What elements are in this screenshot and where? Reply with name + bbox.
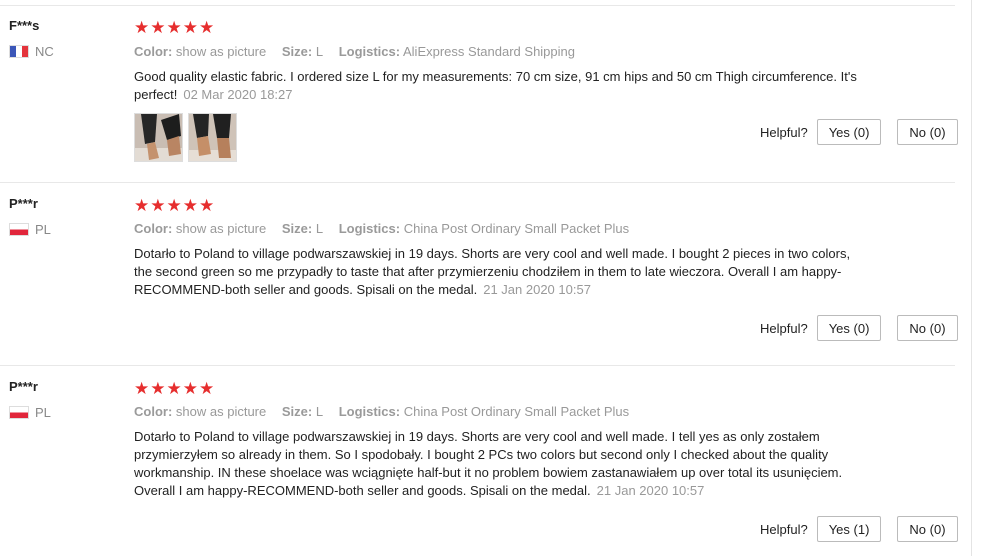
size-value: L [315, 44, 324, 59]
helpful-section: Helpful? Yes (0) No (0) [760, 315, 958, 341]
color-value: show as picture [175, 221, 267, 236]
reviewer-country: PL [9, 405, 51, 420]
size-value: L [315, 221, 324, 236]
reviewer-country: NC [9, 44, 54, 59]
color-label: Color: [134, 44, 173, 59]
size-label: Size: [281, 404, 313, 419]
helpful-section: Helpful? Yes (0) No (0) [760, 119, 958, 145]
helpful-no-button[interactable]: No (0) [897, 119, 958, 145]
poland-flag-icon [9, 223, 29, 236]
helpful-label: Helpful? [760, 124, 808, 140]
logistics-label: Logistics: [338, 44, 401, 59]
review-date: 21 Jan 2020 10:57 [483, 282, 591, 297]
color-value: show as picture [175, 404, 267, 419]
helpful-section: Helpful? Yes (1) No (0) [760, 516, 958, 542]
order-info: Color: show as picture Size: L Logistics… [134, 221, 629, 236]
reviewer-country: PL [9, 222, 51, 237]
reviewer-name: F***s [9, 18, 40, 33]
color-value: show as picture [175, 44, 267, 59]
color-label: Color: [134, 404, 173, 419]
order-info: Color: show as picture Size: L Logistics… [134, 44, 575, 59]
review-photo-thumbnail[interactable] [188, 113, 237, 162]
poland-flag-icon [9, 406, 29, 419]
size-label: Size: [281, 221, 313, 236]
reviewer-name: P***r [9, 379, 38, 394]
star-rating: ★★★★★ [134, 18, 216, 37]
logistics-value: China Post Ordinary Small Packet Plus [403, 404, 630, 419]
divider [0, 182, 955, 183]
logistics-value: AliExpress Standard Shipping [403, 44, 575, 59]
review-content: Good quality elastic fabric. I ordered s… [134, 68, 864, 104]
divider [0, 5, 955, 6]
france-flag-icon [9, 45, 29, 58]
helpful-label: Helpful? [760, 521, 808, 537]
helpful-yes-button[interactable]: Yes (0) [816, 315, 882, 341]
helpful-label: Helpful? [760, 320, 808, 336]
country-code: PL [35, 222, 51, 237]
logistics-label: Logistics: [338, 404, 401, 419]
order-info: Color: show as picture Size: L Logistics… [134, 404, 629, 419]
divider [0, 365, 955, 366]
logistics-label: Logistics: [338, 221, 401, 236]
review-date: 21 Jan 2020 10:57 [596, 483, 705, 498]
review-date: 02 Mar 2020 18:27 [183, 87, 293, 102]
reviewer-name: P***r [9, 196, 38, 211]
country-code: NC [35, 44, 54, 59]
scroll-divider [971, 0, 972, 556]
star-rating: ★★★★★ [134, 196, 216, 215]
country-code: PL [35, 405, 51, 420]
review-content: Dotarło to Poland to village podwarszaws… [134, 245, 864, 299]
size-value: L [315, 404, 324, 419]
color-label: Color: [134, 221, 173, 236]
star-rating: ★★★★★ [134, 379, 216, 398]
helpful-no-button[interactable]: No (0) [897, 315, 958, 341]
logistics-value: China Post Ordinary Small Packet Plus [403, 221, 630, 236]
review-content: Dotarło to Poland to village podwarszaws… [134, 428, 864, 500]
review-photos [134, 113, 237, 162]
helpful-yes-button[interactable]: Yes (0) [816, 119, 882, 145]
review-text: Dotarło to Poland to village podwarszaws… [134, 429, 843, 498]
review-photo-thumbnail[interactable] [134, 113, 183, 162]
helpful-yes-button[interactable]: Yes (1) [816, 516, 882, 542]
helpful-no-button[interactable]: No (0) [897, 516, 958, 542]
size-label: Size: [281, 44, 313, 59]
